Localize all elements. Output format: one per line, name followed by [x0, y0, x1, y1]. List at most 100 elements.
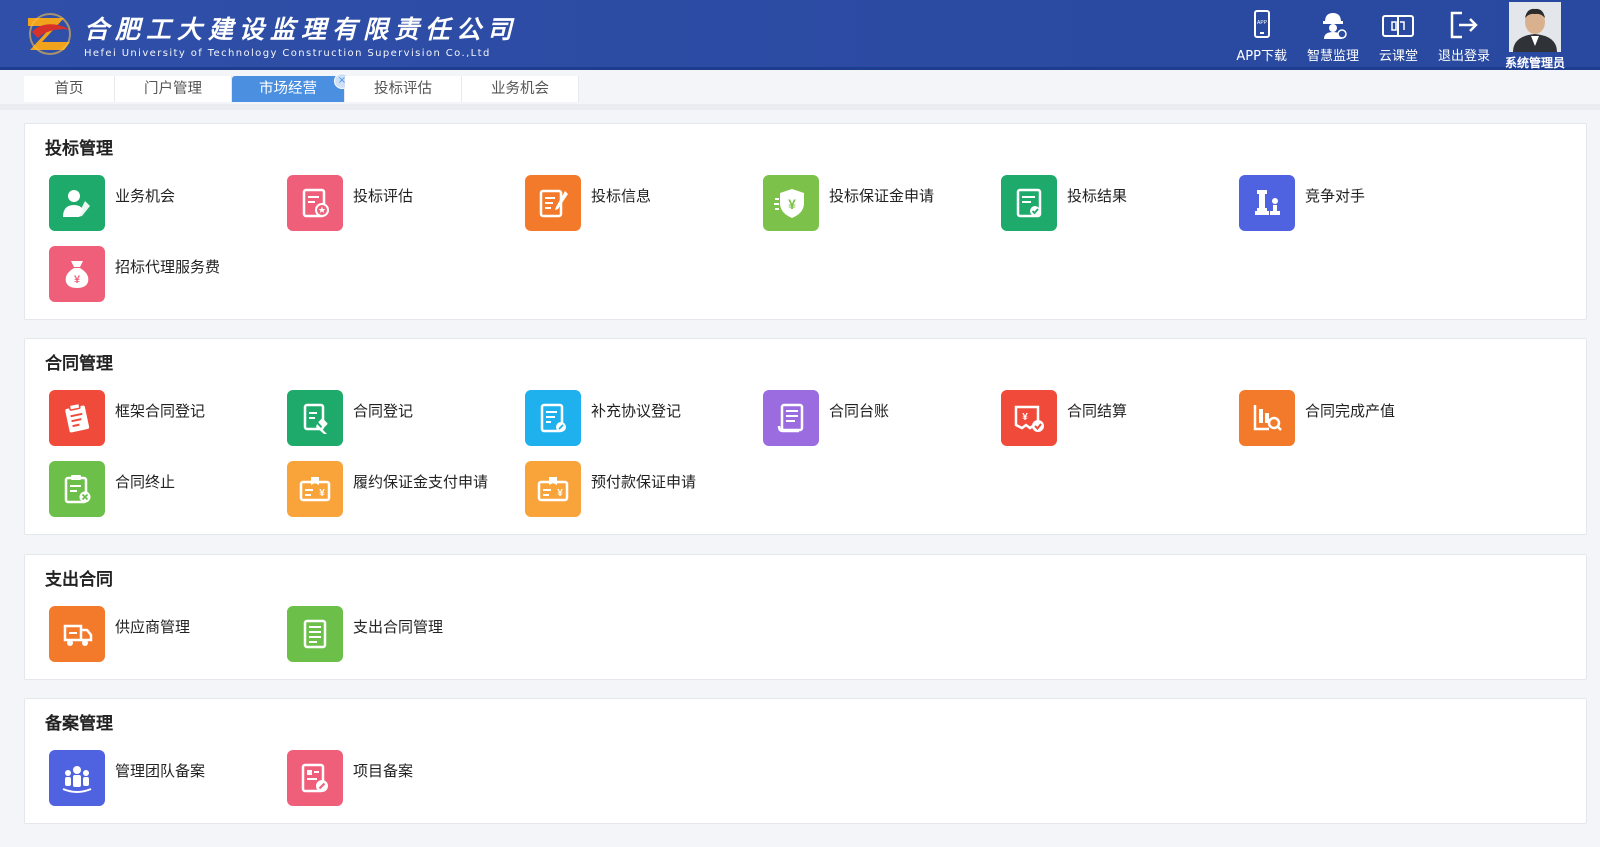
menu-item-label: 投标保证金申请: [829, 187, 935, 205]
document-star-icon: [287, 175, 343, 231]
menu-item-contract-registration[interactable]: 合同登记: [287, 390, 491, 446]
header-actions: APP APP下载 智慧监理 云课堂 退出登录: [1226, 0, 1500, 70]
tab-portal-management[interactable]: 门户管理: [115, 76, 232, 102]
menu-item-label: 竞争对手: [1305, 187, 1366, 205]
menu-item-agency-service-fee[interactable]: ¥ 招标代理服务费: [49, 246, 253, 302]
menu-item-supplementary-agreement-registration[interactable]: 补充协议登记: [525, 390, 729, 446]
document-edit-icon: [525, 390, 581, 446]
tab-home[interactable]: 首页: [24, 76, 115, 102]
money-bag-icon: ¥: [49, 246, 105, 302]
menu-item-bid-result[interactable]: 投标结果: [1001, 175, 1205, 231]
person-pen-icon: [49, 175, 105, 231]
menu-item-advance-payment-guarantee-application[interactable]: ¥ 预付款保证申请: [525, 461, 729, 517]
shield-yen-icon: ¥: [763, 175, 819, 231]
document-sign-icon: [287, 390, 343, 446]
section-title: 投标管理: [45, 139, 113, 159]
clipboard-cancel-icon: [49, 461, 105, 517]
tab-label: 业务机会: [491, 81, 549, 97]
menu-item-contract-output-value[interactable]: 合同完成产值: [1239, 390, 1443, 446]
svg-text:¥: ¥: [74, 274, 81, 286]
scroll-icon: [763, 390, 819, 446]
menu-item-contract-termination[interactable]: 合同终止: [49, 461, 253, 517]
document-lines-icon: [287, 606, 343, 662]
team-icon: [49, 750, 105, 806]
menu-item-label: 合同台账: [829, 402, 890, 420]
menu-item-label: 合同登记: [353, 402, 414, 420]
section-expenditure-contract: 支出合同 供应商管理 支出合同管理: [24, 554, 1587, 680]
menu-item-contract-settlement[interactable]: ¥ 合同结算: [1001, 390, 1205, 446]
document-pencil-icon: [287, 750, 343, 806]
menu-item-label: 合同结算: [1067, 402, 1128, 420]
app-download-label: APP下载: [1236, 49, 1287, 64]
svg-text:APP: APP: [1257, 20, 1268, 26]
chess-icon: [1239, 175, 1295, 231]
user-profile[interactable]: 系统管理员: [1504, 2, 1566, 71]
clipboard-icon: [49, 390, 105, 446]
menu-item-management-team-filing[interactable]: 管理团队备案: [49, 750, 253, 806]
menu-item-label: 框架合同登记: [115, 402, 206, 420]
menu-item-expenditure-contract-management[interactable]: 支出合同管理: [287, 606, 491, 662]
menu-item-framework-contract-registration[interactable]: 框架合同登记: [49, 390, 253, 446]
company-name-cn: 合肥工大建设监理有限责任公司: [84, 15, 519, 44]
phone-download-icon: APP: [1253, 10, 1270, 38]
tab-market-operations[interactable]: 市场经营 ×: [232, 73, 350, 102]
menu-item-contract-ledger[interactable]: 合同台账: [763, 390, 967, 446]
tab-label: 投标评估: [374, 81, 432, 97]
menu-item-bid-evaluation[interactable]: 投标评估: [287, 175, 491, 231]
company-logo-icon: [28, 13, 71, 55]
worker-helmet-icon: [1322, 13, 1347, 39]
section-filing-management: 备案管理 管理团队备案 项目备案: [24, 698, 1587, 824]
menu-item-label: 合同终止: [115, 473, 176, 491]
menu-item-label: 管理团队备案: [115, 762, 206, 780]
book-icon: [1382, 15, 1415, 37]
menu-item-label: 业务机会: [115, 187, 176, 205]
menu-item-supplier-management[interactable]: 供应商管理: [49, 606, 253, 662]
tab-bid-evaluation[interactable]: 投标评估: [345, 76, 462, 102]
menu-item-label: 投标评估: [353, 187, 414, 205]
section-title: 合同管理: [45, 354, 113, 374]
tab-bar: 首页 门户管理 市场经营 × 投标评估 业务机会: [24, 73, 579, 104]
tab-label: 门户管理: [144, 81, 202, 97]
cloud-class-button[interactable]: 云课堂: [1369, 0, 1428, 64]
top-header: 合肥工大建设监理有限责任公司 Hefei University of Techn…: [0, 0, 1600, 70]
cloud-class-label: 云课堂: [1378, 49, 1418, 64]
document-check-icon: [1001, 175, 1057, 231]
menu-item-label: 履约保证金支付申请: [353, 473, 489, 491]
svg-text:¥: ¥: [788, 196, 796, 212]
svg-text:¥: ¥: [319, 488, 325, 499]
certificate-yen-icon: ¥: [287, 461, 343, 517]
smart-supervision-button[interactable]: 智慧监理: [1297, 0, 1369, 64]
company-name-en: Hefei University of Technology Construct…: [84, 48, 491, 59]
menu-item-label: 支出合同管理: [353, 618, 444, 636]
menu-item-bid-deposit-application[interactable]: ¥ 投标保证金申请: [763, 175, 967, 231]
app-download-button[interactable]: APP APP下载: [1226, 0, 1297, 64]
smart-supervision-label: 智慧监理: [1306, 49, 1359, 64]
menu-item-label: 投标结果: [1067, 187, 1128, 205]
menu-item-label: 合同完成产值: [1305, 402, 1396, 420]
logout-button[interactable]: 退出登录: [1428, 0, 1500, 64]
svg-text:¥: ¥: [557, 488, 563, 499]
user-name: 系统管理员: [1504, 56, 1565, 70]
menu-item-project-filing[interactable]: 项目备案: [287, 750, 491, 806]
tab-divider: [0, 104, 1600, 110]
document-pen-icon: [525, 175, 581, 231]
tab-label: 首页: [54, 81, 84, 97]
avatar-image: [1509, 2, 1561, 52]
menu-item-business-opportunity[interactable]: 业务机会: [49, 175, 253, 231]
menu-item-label: 项目备案: [353, 762, 414, 780]
avatar[interactable]: [1509, 2, 1561, 52]
menu-item-performance-bond-payment-application[interactable]: ¥ 履约保证金支付申请: [287, 461, 491, 517]
section-title: 支出合同: [45, 570, 113, 590]
tab-business-opportunity[interactable]: 业务机会: [462, 76, 579, 102]
section-bid-management: 投标管理 业务机会 投标评估 投标信息 ¥ 投标保证金申请 投标结果 竞争对手: [24, 123, 1587, 320]
menu-item-label: 招标代理服务费: [115, 258, 221, 276]
report-search-icon: [1239, 390, 1295, 446]
svg-text:¥: ¥: [1022, 412, 1028, 423]
menu-item-competitors[interactable]: 竞争对手: [1239, 175, 1443, 231]
menu-item-label: 供应商管理: [115, 618, 191, 636]
menu-item-label: 投标信息: [591, 187, 652, 205]
tab-label: 市场经营: [259, 81, 317, 97]
section-contract-management: 合同管理 框架合同登记 合同登记 补充协议登记 合同台账 ¥ 合同结算 合同完成…: [24, 338, 1587, 535]
logout-label: 退出登录: [1437, 49, 1490, 64]
menu-item-bid-info[interactable]: 投标信息: [525, 175, 729, 231]
